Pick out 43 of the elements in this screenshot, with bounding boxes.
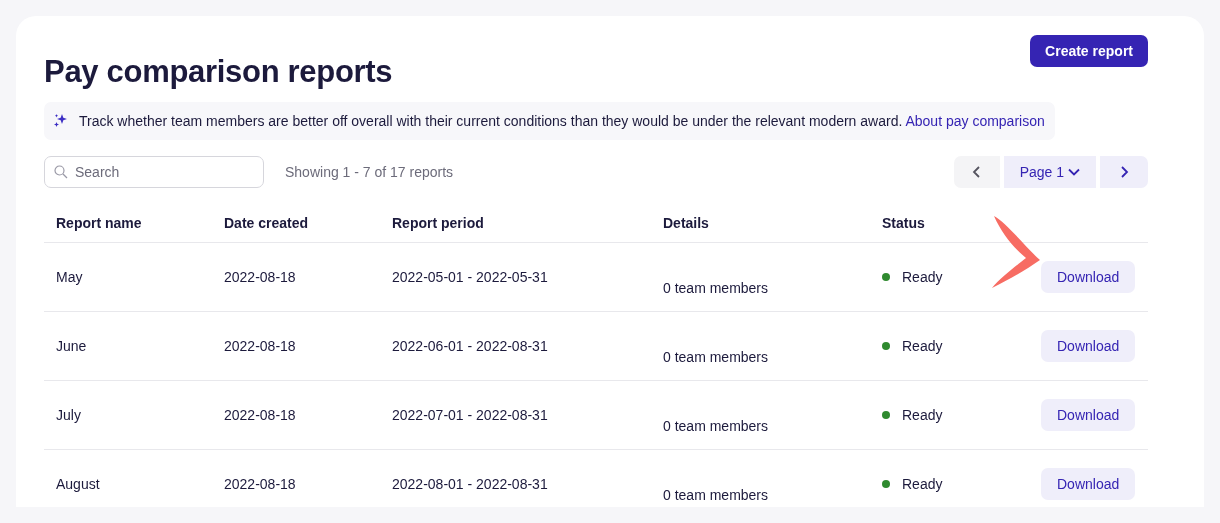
download-button[interactable]: Download <box>1041 261 1136 293</box>
table-cell-text: 0 team members <box>663 418 770 434</box>
download-button[interactable]: Download <box>1041 468 1136 500</box>
table-cell-text: 0 team members <box>663 487 770 503</box>
status-text: Ready <box>902 476 943 492</box>
column-header: Report period <box>392 215 485 231</box>
table-cell-text: 2022-08-18 <box>224 338 297 354</box>
chevron-down-icon <box>1068 168 1080 176</box>
results-count: Showing 1 - 7 of 17 reports <box>285 164 454 180</box>
chevron-right-icon <box>1119 166 1129 178</box>
column-header: Details <box>663 215 710 231</box>
table-cell-text: July <box>56 407 82 423</box>
chevron-left-icon <box>971 166 982 178</box>
banner-text: Track whether team members are better off overall with their current conditions than they would be under the relevant modern award. About pay comparison <box>79 113 1045 129</box>
status-text: Ready <box>902 269 943 285</box>
table-cell-text: 2022-07-01 - 2022-08-31 <box>392 407 549 423</box>
table-cell-text: 2022-08-18 <box>224 476 297 492</box>
table-cell-text: 2022-05-01 - 2022-05-31 <box>392 269 549 285</box>
create-report-button[interactable]: Create report <box>1030 35 1148 67</box>
table-cell-text: 0 team members <box>663 349 770 365</box>
status-text: Ready <box>902 338 943 354</box>
column-header: Status <box>882 215 926 231</box>
download-button[interactable]: Download <box>1041 399 1136 431</box>
search-icon <box>54 165 68 179</box>
column-header: Report name <box>56 215 143 231</box>
search-field[interactable]: Search <box>44 156 264 188</box>
table-cell-text: 2022-08-18 <box>224 269 297 285</box>
table-cell-text: 2022-08-18 <box>224 407 297 423</box>
page-select[interactable]: Page 1 <box>1003 156 1096 188</box>
table-cell-text: 2022-08-01 - 2022-08-31 <box>392 476 549 492</box>
table-cell-text: May <box>56 269 84 285</box>
next-page-button[interactable] <box>1100 156 1148 188</box>
status-text: Ready <box>902 407 943 423</box>
table-cell-text: August <box>56 476 101 492</box>
download-button[interactable]: Download <box>1041 330 1136 362</box>
table-cell-text: June <box>56 338 88 354</box>
table-cell-text: 2022-06-01 - 2022-08-31 <box>392 338 549 354</box>
about-link[interactable]: About pay comparison <box>905 113 1045 129</box>
previous-page-button[interactable] <box>953 156 1000 188</box>
page-title: Pay comparison reports <box>44 54 393 90</box>
column-header: Date created <box>224 215 310 231</box>
sparkle-icon <box>53 113 69 129</box>
table-cell-text: 0 team members <box>663 280 770 296</box>
